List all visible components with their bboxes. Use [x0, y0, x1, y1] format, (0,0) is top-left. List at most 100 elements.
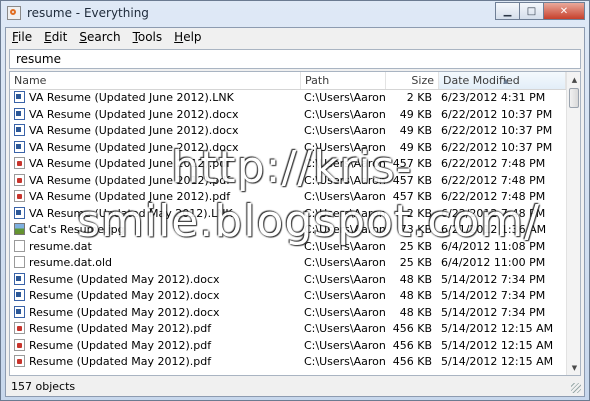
caption-buttons: ▁ □ ✕	[495, 2, 585, 21]
file-name: Cat's Resume.jpg	[29, 223, 125, 236]
file-size: 457 KB	[392, 190, 432, 203]
file-name-cell: VA Resume (Updated June 2012).LNK	[14, 90, 301, 106]
file-size: 48 KB	[399, 289, 432, 302]
scroll-down-icon[interactable]: ▼	[567, 360, 580, 375]
file-date-modified: 6/22/2012 10:37 PM	[441, 124, 553, 137]
menu-search-accel: S	[79, 30, 87, 44]
file-name-cell: Resume (Updated May 2012).pdf	[14, 354, 301, 370]
menu-edit-accel: E	[44, 30, 52, 44]
table-row[interactable]: Resume (Updated May 2012).pdf C:\Users\Aa…	[10, 321, 566, 338]
table-row[interactable]: VA Resume (Updated June 2012).docx C:\Use…	[10, 123, 566, 140]
file-name: Resume (Updated May 2012).docx	[29, 289, 220, 302]
file-name-cell: VA Resume (Updated June 2012).docx	[14, 107, 301, 123]
title-bar[interactable]: resume - Everything ▁ □ ✕	[1, 1, 589, 27]
file-name-cell: VA Resume (Updated June 2012).docx	[14, 140, 301, 156]
resize-grip-icon[interactable]	[571, 383, 581, 393]
file-name-cell: Resume (Updated May 2012).pdf	[14, 338, 301, 354]
file-size: 49 KB	[399, 124, 432, 137]
scroll-up-icon[interactable]: ▲	[567, 72, 580, 87]
table-row[interactable]: Resume (Updated May 2012).docx C:\Users\A…	[10, 272, 566, 289]
word-file-icon	[14, 140, 25, 153]
file-date-modified: 6/4/2012 11:08 PM	[441, 239, 546, 253]
results-list[interactable]: Name Path Size Date Modified ▲ VA Resume …	[9, 71, 581, 376]
blank-file-icon	[14, 239, 25, 252]
menu-bar: File Edit Search Tools Help	[6, 28, 584, 46]
file-path: C:\Users\Aaron...	[304, 272, 386, 286]
table-row[interactable]: Resume (Updated May 2012).docx C:\Users\A…	[10, 305, 566, 322]
blank-file-icon	[14, 256, 25, 268]
table-row[interactable]: Cat's Resume.jpg C:\Users\Aaron... 73 KB 6/…	[10, 222, 566, 239]
word-file-icon	[14, 124, 25, 136]
close-button[interactable]: ✕	[543, 2, 585, 20]
window-title: resume - Everything	[27, 6, 149, 20]
column-name-header[interactable]: Name	[10, 72, 301, 89]
menu-edit[interactable]: Edit	[38, 28, 73, 46]
menu-tools[interactable]: Tools	[127, 28, 169, 46]
file-date-modified: 5/14/2012 7:34 PM	[441, 305, 546, 319]
scrollbar-thumb[interactable]	[569, 88, 579, 108]
status-bar: 157 objects	[9, 378, 583, 395]
everything-app-icon[interactable]	[7, 6, 21, 20]
menu-search[interactable]: Search	[73, 28, 126, 46]
table-row[interactable]: VA Resume (Updated June 2012).docx C:\Use…	[10, 107, 566, 124]
column-size-header[interactable]: Size	[386, 72, 439, 89]
maximize-button[interactable]: □	[519, 2, 544, 20]
menu-file[interactable]: File	[6, 28, 38, 46]
file-name-cell: Resume (Updated May 2012).docx	[14, 272, 301, 288]
file-name: VA Resume (Updated June 2012).docx	[29, 140, 239, 154]
file-name: Resume (Updated May 2012).pdf	[29, 355, 212, 368]
file-name-cell: Cat's Resume.jpg	[14, 222, 301, 238]
table-row[interactable]: VA Resume (Updated June 2012).pdf C:\User…	[10, 173, 566, 190]
word-file-icon	[14, 206, 25, 219]
file-size: 2 KB	[406, 91, 432, 104]
everything-window: resume - Everything ▁ □ ✕ File Edit Sear…	[0, 0, 590, 401]
table-row[interactable]: VA Resume (Updated June 2012).pdf C:\User…	[10, 156, 566, 173]
file-size: 456 KB	[392, 322, 432, 335]
file-size: 49 KB	[399, 140, 432, 154]
table-row[interactable]: Resume (Updated May 2012).pdf C:\Users\Aa…	[10, 354, 566, 371]
file-name: VA Resume (Updated June 2012).docx	[29, 124, 239, 137]
image-file-icon	[14, 223, 25, 235]
pdf-file-icon	[14, 338, 25, 351]
file-size: 25 KB	[399, 256, 432, 269]
table-row[interactable]: resume.dat C:\Users\Aaron... 25 KB 6/4/2012…	[10, 239, 566, 256]
table-row[interactable]: VA Resume (Updated June 2012).pdf C:\User…	[10, 189, 566, 206]
file-name-cell: VA Resume (Updated June 2012).docx	[14, 123, 301, 139]
menu-search-label: earch	[86, 30, 121, 44]
file-name-cell: VA Resume (Updated June 2012).pdf	[14, 173, 301, 189]
file-path: C:\Users\Aaron...	[304, 305, 386, 319]
file-path: C:\Users\Aaron...	[304, 206, 386, 220]
file-size: 456 KB	[392, 338, 432, 352]
minimize-button[interactable]: ▁	[495, 2, 520, 20]
file-name-cell: VA Resume (Updated May 2012).LNK	[14, 206, 301, 222]
file-name-cell: resume.dat.old	[14, 255, 301, 271]
file-path: C:\Users\Aaron...	[304, 223, 386, 236]
word-file-icon	[14, 107, 25, 120]
search-input[interactable]: resume	[9, 49, 581, 69]
file-date-modified: 6/22/2012 7:48 PM	[441, 206, 546, 220]
file-name: VA Resume (Updated June 2012).pdf	[29, 173, 231, 187]
table-row[interactable]: resume.dat.old C:\Users\Aaron... 25 KB 6/4/…	[10, 255, 566, 272]
file-size: 48 KB	[399, 305, 432, 319]
file-path: C:\Users\Aaron...	[304, 338, 386, 352]
file-name-cell: Resume (Updated May 2012).docx	[14, 305, 301, 321]
column-path-header[interactable]: Path	[301, 72, 386, 89]
table-row[interactable]: VA Resume (Updated June 2012).LNK C:\User…	[10, 90, 566, 107]
file-size: 457 KB	[392, 173, 432, 187]
file-path: C:\Users\Aaron...	[304, 124, 386, 137]
column-date-modified-header[interactable]: Date Modified ▲	[439, 72, 566, 89]
file-size: 25 KB	[399, 239, 432, 253]
pdf-file-icon	[14, 355, 25, 367]
file-name: Resume (Updated May 2012).docx	[29, 305, 220, 319]
table-row[interactable]: Resume (Updated May 2012).docx C:\Users\A…	[10, 288, 566, 305]
menu-help-accel: H	[174, 30, 184, 44]
menu-help[interactable]: Help	[168, 28, 207, 46]
table-row[interactable]: Resume (Updated May 2012).pdf C:\Users\Aa…	[10, 338, 566, 355]
vertical-scrollbar[interactable]: ▲ ▼	[566, 72, 580, 375]
table-row[interactable]: VA Resume (Updated May 2012).LNK C:\Users…	[10, 206, 566, 223]
file-name: VA Resume (Updated June 2012).pdf	[29, 157, 231, 170]
file-name: VA Resume (Updated June 2012).docx	[29, 107, 239, 121]
file-name-cell: Resume (Updated May 2012).docx	[14, 288, 301, 304]
file-path: C:\Users\Aaron...	[304, 190, 386, 203]
table-row[interactable]: VA Resume (Updated June 2012).docx C:\Use…	[10, 140, 566, 157]
